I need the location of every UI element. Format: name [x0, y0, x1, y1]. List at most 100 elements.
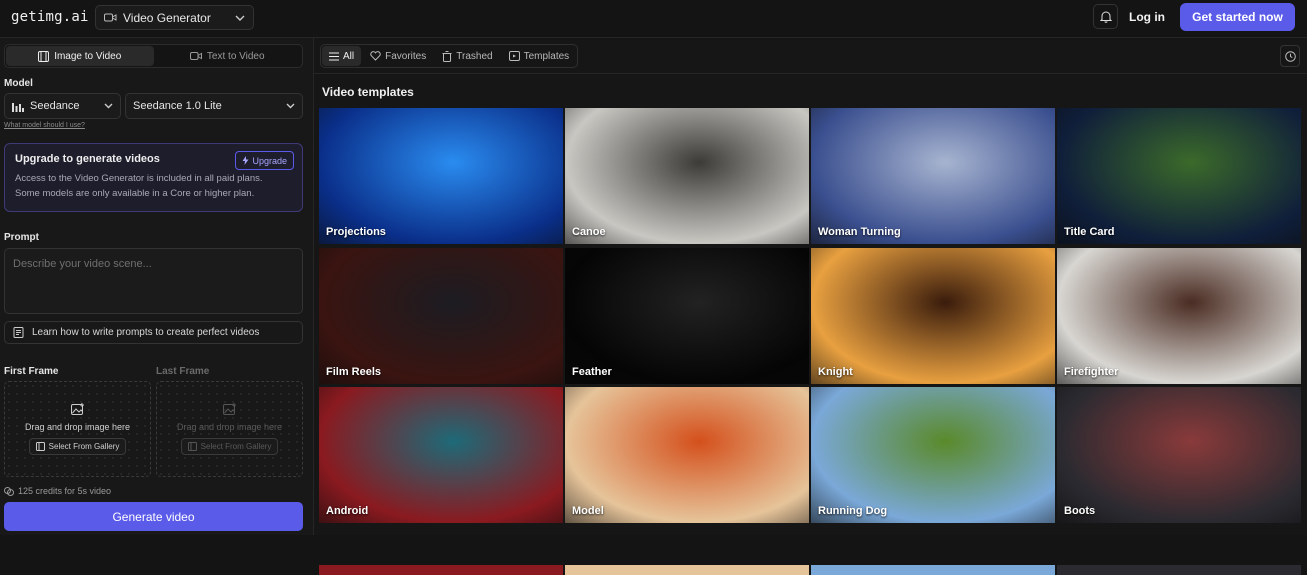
learn-prompts-label: Learn how to write prompts to create per… [32, 327, 260, 338]
credits-text: 125 credits for 5s video [18, 486, 112, 496]
model-version-value: Seedance 1.0 Lite [133, 100, 222, 112]
template-thumbnail [811, 108, 1055, 244]
template-card[interactable]: Woman Turning [811, 108, 1055, 244]
sidebar: Image to Video Text to Video Model Seeda… [0, 38, 314, 535]
template-name: Film Reels [326, 366, 382, 378]
video-camera-icon [104, 12, 117, 23]
get-started-button[interactable]: Get started now [1180, 3, 1295, 31]
prompt-label: Prompt [4, 232, 39, 243]
login-link[interactable]: Log in [1129, 10, 1165, 24]
filter-bar: All Favorites Trashed Templates [314, 38, 1307, 74]
last-frame-dropzone[interactable]: Drag and drop image here Select From Gal… [156, 381, 303, 477]
template-card-partial[interactable] [811, 565, 1055, 575]
bar-chart-icon [12, 101, 24, 112]
list-icon [329, 52, 339, 61]
template-card[interactable]: Canoe [565, 108, 809, 244]
template-thumbnail [319, 248, 563, 384]
film-icon [38, 50, 50, 62]
template-icon [508, 51, 520, 61]
main-content: All Favorites Trashed Templates Video te… [314, 38, 1307, 575]
filter-label: Templates [523, 50, 570, 62]
template-card[interactable]: Model [565, 387, 809, 523]
generate-video-button[interactable]: Generate video [4, 502, 303, 531]
template-card-partial[interactable] [319, 565, 563, 575]
dropzone-text: Drag and drop image here [24, 422, 131, 432]
learn-prompts-link[interactable]: Learn how to write prompts to create per… [4, 321, 303, 344]
bell-icon [1099, 10, 1112, 23]
tab-image-to-video[interactable]: Image to Video [6, 46, 154, 66]
template-card[interactable]: Film Reels [319, 248, 563, 384]
template-name: Woman Turning [818, 226, 901, 238]
template-thumbnail [319, 108, 563, 244]
gallery-icon [187, 442, 197, 451]
logo[interactable]: getimg.ai [11, 9, 89, 25]
template-card[interactable]: Feather [565, 248, 809, 384]
history-button[interactable] [1280, 45, 1300, 67]
credits-info: 125 credits for 5s video [4, 486, 111, 496]
tab-text-to-video[interactable]: Text to Video [154, 46, 302, 66]
chevron-down-icon [286, 103, 295, 109]
template-thumbnail [319, 387, 563, 523]
trash-icon [442, 50, 452, 62]
filter-templates[interactable]: Templates [502, 46, 577, 66]
filter-label: All [343, 50, 355, 62]
tool-select[interactable]: Video Generator [95, 5, 254, 30]
filter-trashed[interactable]: Trashed [435, 46, 499, 66]
template-name: Feather [572, 366, 612, 378]
template-card[interactable]: Boots [1057, 387, 1301, 523]
model-version-select[interactable]: Seedance 1.0 Lite [125, 93, 303, 119]
prompt-input[interactable]: Describe your video scene... [4, 248, 303, 314]
first-frame-label: First Frame [4, 366, 59, 377]
dropzone-text: Drag and drop image here [176, 422, 283, 432]
template-name: Projections [326, 226, 386, 238]
template-name: Android [326, 505, 369, 517]
model-provider-select[interactable]: Seedance [4, 93, 121, 119]
image-add-icon [70, 403, 85, 416]
template-thumbnail [1057, 108, 1301, 244]
template-card-partial[interactable] [565, 565, 809, 575]
template-thumbnail [811, 248, 1055, 384]
template-name: Running Dog [818, 505, 888, 517]
tool-select-label: Video Generator [123, 10, 211, 25]
gallery-button-label: Select From Gallery [200, 442, 272, 451]
upgrade-button-label: Upgrade [252, 155, 287, 166]
filter-label: Favorites [385, 50, 427, 62]
template-thumbnail [1057, 248, 1301, 384]
upgrade-button[interactable]: Upgrade [235, 151, 294, 170]
template-card[interactable]: Firefighter [1057, 248, 1301, 384]
template-card[interactable]: Knight [811, 248, 1055, 384]
template-card[interactable]: Title Card [1057, 108, 1301, 244]
model-help-link[interactable]: What model should I use? [4, 122, 85, 129]
filter-all[interactable]: All [322, 46, 362, 66]
heart-icon [370, 51, 381, 61]
upgrade-desc-line2: Some models are only available in a Core… [15, 188, 255, 199]
template-name: Boots [1064, 505, 1096, 517]
gallery-icon [35, 442, 45, 451]
notifications-button[interactable] [1093, 4, 1118, 29]
template-card[interactable]: Running Dog [811, 387, 1055, 523]
template-card[interactable]: Projections [319, 108, 563, 244]
template-thumbnail [565, 387, 809, 523]
template-card[interactable]: Android [319, 387, 563, 523]
coins-icon [4, 486, 14, 496]
tab-label: Text to Video [206, 50, 265, 62]
template-card-partial[interactable] [1057, 565, 1301, 575]
model-provider-value: Seedance [30, 100, 80, 112]
last-frame-label: Last Frame [156, 366, 210, 377]
chevron-down-icon [235, 15, 245, 21]
template-thumbnail [811, 387, 1055, 523]
template-thumbnail [1057, 387, 1301, 523]
select-from-gallery-button[interactable]: Select From Gallery [180, 438, 279, 455]
filter-label: Trashed [456, 50, 493, 62]
gallery-button-label: Select From Gallery [48, 442, 120, 451]
clock-icon [1284, 50, 1296, 62]
select-from-gallery-button[interactable]: Select From Gallery [28, 438, 127, 455]
first-frame-dropzone[interactable]: Drag and drop image here Select From Gal… [4, 381, 151, 477]
filter-favorites[interactable]: Favorites [363, 46, 433, 66]
chevron-down-icon [104, 103, 113, 109]
upgrade-desc-line1: Access to the Video Generator is include… [15, 173, 263, 184]
template-name: Canoe [572, 226, 606, 238]
mode-tabs: Image to Video Text to Video [4, 44, 303, 68]
template-name: Title Card [1064, 226, 1115, 238]
template-name: Knight [818, 366, 853, 378]
